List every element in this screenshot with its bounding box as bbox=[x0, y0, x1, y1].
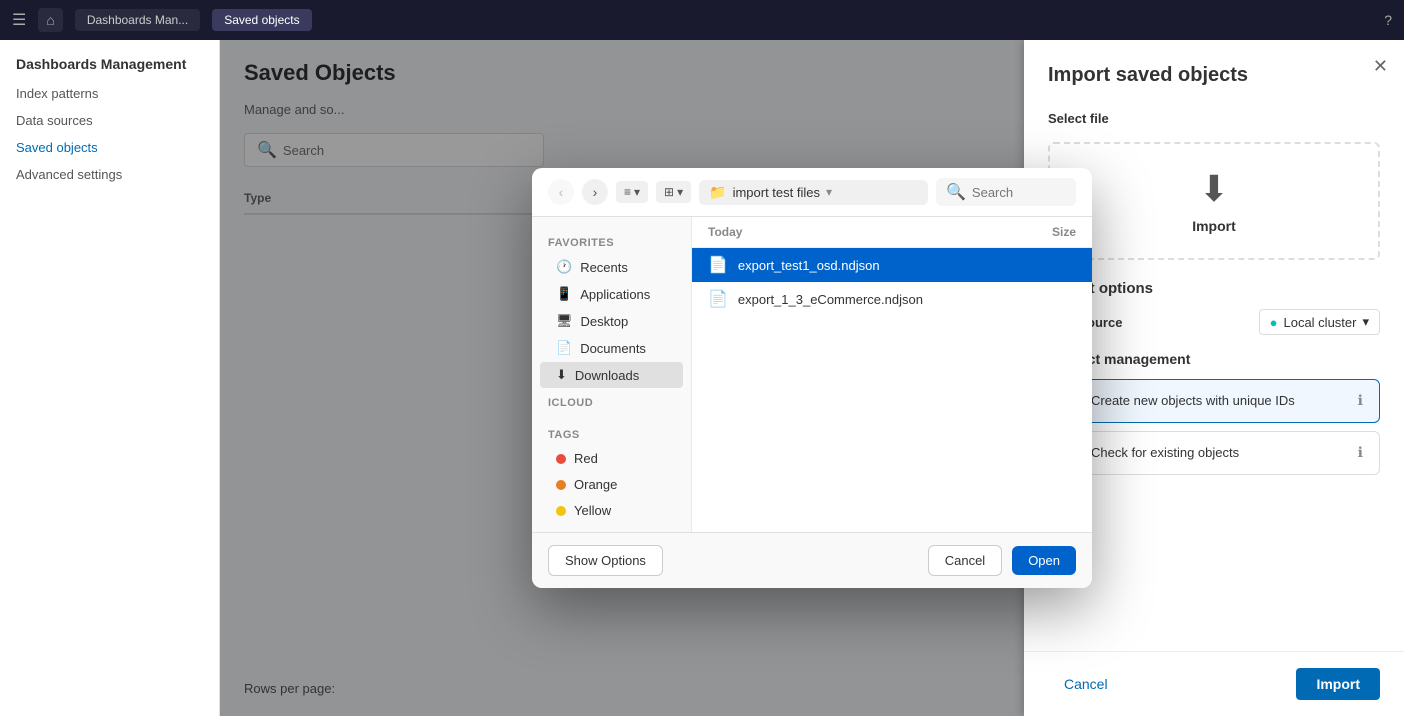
file-item-1[interactable]: 📄 export_1_3_eCommerce.ndjson bbox=[692, 282, 1092, 316]
yellow-dot bbox=[556, 506, 566, 516]
chevron-down-icon: ▾ bbox=[634, 185, 640, 199]
sidebar: Dashboards Management Index patterns Dat… bbox=[0, 40, 220, 716]
back-button[interactable]: ‹ bbox=[548, 179, 574, 205]
folder-icon: 📁 bbox=[709, 184, 726, 201]
search-icon: 🔍 bbox=[946, 182, 966, 202]
file-name-1: export_1_3_eCommerce.ndjson bbox=[738, 292, 1076, 307]
file-item-0[interactable]: 📄 export_test1_osd.ndjson bbox=[692, 248, 1092, 282]
dialog-footer: Show Options Cancel Open bbox=[532, 532, 1092, 588]
path-display: 📁 import test files ▾ bbox=[699, 180, 928, 205]
forward-button[interactable]: › bbox=[582, 179, 608, 205]
tag-green[interactable]: Green bbox=[540, 524, 683, 532]
tags-section-title: Tags bbox=[532, 421, 691, 445]
file-icon-1: 📄 bbox=[708, 289, 728, 309]
file-dialog-backdrop: ‹ › ≡ ▾ ⊞ ▾ 📁 import test files ▾ bbox=[220, 40, 1404, 716]
dialog-search-input[interactable] bbox=[972, 185, 1066, 200]
content-area: Saved Objects Manage and so... 🔍 Type Ro… bbox=[220, 40, 1404, 716]
dialog-cancel-button[interactable]: Cancel bbox=[928, 545, 1002, 576]
icloud-section-title: iCloud bbox=[532, 389, 691, 413]
sidebar-item-data-sources[interactable]: Data sources bbox=[0, 107, 219, 134]
search-dialog: 🔍 bbox=[936, 178, 1076, 206]
size-header: Size bbox=[1052, 225, 1076, 239]
home-icon[interactable]: ⌂ bbox=[38, 8, 62, 32]
sidebar-item-index-patterns[interactable]: Index patterns bbox=[0, 80, 219, 107]
hamburger-icon[interactable]: ☰ bbox=[12, 10, 26, 30]
help-icon[interactable]: ? bbox=[1384, 12, 1392, 28]
nav-downloads[interactable]: ⬇ Downloads bbox=[540, 362, 683, 388]
tag-orange[interactable]: Orange bbox=[540, 472, 683, 497]
desktop-icon: 🖥 bbox=[556, 313, 573, 329]
file-icon-0: 📄 bbox=[708, 255, 728, 275]
recents-icon: 🕐 bbox=[556, 259, 572, 275]
sidebar-label: Index patterns bbox=[16, 86, 98, 101]
file-name-0: export_test1_osd.ndjson bbox=[738, 258, 1076, 273]
tab-dashboards[interactable]: Dashboards Man... bbox=[75, 9, 200, 31]
top-bar: ☰ ⌂ Dashboards Man... Saved objects ? bbox=[0, 0, 1404, 40]
dialog-sidebar: Favorites 🕐 Recents 📱 Applications 🖥 Des… bbox=[532, 217, 692, 532]
nav-desktop[interactable]: 🖥 Desktop bbox=[540, 308, 683, 334]
sidebar-label: Data sources bbox=[16, 113, 93, 128]
red-dot bbox=[556, 454, 566, 464]
nav-documents[interactable]: 📄 Documents bbox=[540, 335, 683, 361]
list-icon: ≡ bbox=[624, 185, 631, 199]
sidebar-item-advanced-settings[interactable]: Advanced settings bbox=[0, 161, 219, 188]
file-dialog: ‹ › ≡ ▾ ⊞ ▾ 📁 import test files ▾ bbox=[532, 168, 1092, 588]
list-view-button[interactable]: ≡ ▾ bbox=[616, 181, 648, 203]
applications-icon: 📱 bbox=[556, 286, 572, 302]
tag-yellow[interactable]: Yellow bbox=[540, 498, 683, 523]
current-path: import test files bbox=[733, 185, 820, 200]
main-layout: Dashboards Management Index patterns Dat… bbox=[0, 40, 1404, 716]
date-header: Today bbox=[708, 225, 742, 239]
orange-dot bbox=[556, 480, 566, 490]
sidebar-title: Dashboards Management bbox=[0, 56, 219, 80]
dialog-header: ‹ › ≡ ▾ ⊞ ▾ 📁 import test files ▾ bbox=[532, 168, 1092, 217]
file-list-header: Today Size bbox=[692, 217, 1092, 248]
dialog-body: Favorites 🕐 Recents 📱 Applications 🖥 Des… bbox=[532, 217, 1092, 532]
tag-red[interactable]: Red bbox=[540, 446, 683, 471]
grid-view-button[interactable]: ⊞ ▾ bbox=[656, 181, 691, 203]
documents-icon: 📄 bbox=[556, 340, 572, 356]
sidebar-label: Advanced settings bbox=[16, 167, 122, 182]
dialog-open-button[interactable]: Open bbox=[1012, 546, 1076, 575]
grid-icon: ⊞ bbox=[664, 185, 674, 199]
file-list: Today Size 📄 export_test1_osd.ndjson 📄 e… bbox=[692, 217, 1092, 532]
downloads-icon: ⬇ bbox=[556, 367, 567, 383]
chevron-down-icon: ▾ bbox=[677, 185, 683, 199]
tags-section: Tags Red Orange Yellow bbox=[532, 421, 691, 532]
favorites-section-title: Favorites bbox=[532, 229, 691, 253]
sidebar-item-saved-objects[interactable]: Saved objects bbox=[0, 134, 219, 161]
tab-saved-objects[interactable]: Saved objects bbox=[212, 9, 311, 31]
path-chevron-icon: ▾ bbox=[826, 185, 832, 199]
show-options-button[interactable]: Show Options bbox=[548, 545, 663, 576]
nav-recents[interactable]: 🕐 Recents bbox=[540, 254, 683, 280]
sidebar-label: Saved objects bbox=[16, 140, 98, 155]
nav-applications[interactable]: 📱 Applications bbox=[540, 281, 683, 307]
